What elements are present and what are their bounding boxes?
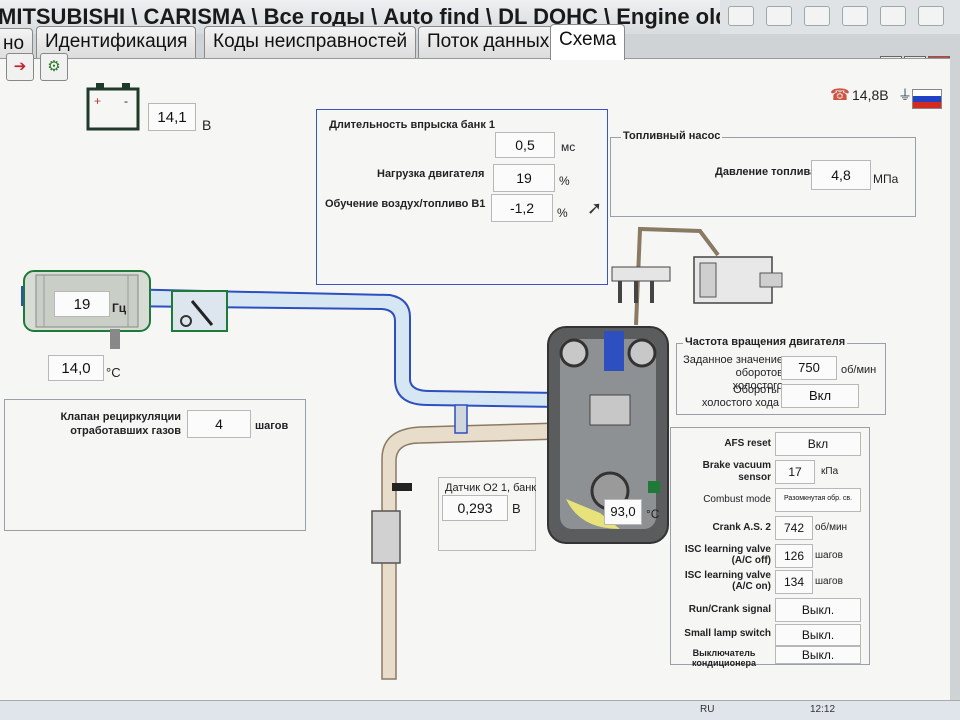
param-value: Разомкнутая обр. св. (775, 488, 861, 512)
fuel-rail-icon (611, 266, 671, 282)
param-label: Small lamp switch (684, 628, 771, 639)
param-value: Выкл. (775, 624, 861, 646)
param-label: Brake vacuum sensor (702, 460, 771, 483)
temp-sensor-icon (648, 481, 660, 493)
svg-text:-: - (124, 94, 128, 108)
mouse-cursor-icon: ➚ (587, 198, 603, 218)
engine-load-unit: % (559, 174, 570, 188)
intake-temp-field: 14,0 (48, 355, 104, 381)
tab-data-stream[interactable]: Поток данных (418, 26, 559, 58)
engine-load-label: Нагрузка двигателя (377, 168, 485, 180)
injection-duration-label: Длительность впрыска банк 1 (329, 119, 495, 131)
catalytic-converter-icon (371, 510, 401, 564)
injection-panel: Длительность впрыска банк 1 0,5 мс Нагру… (316, 109, 608, 285)
egr-panel: Клапан рециркуляции отработавших газов 4… (4, 399, 306, 531)
egr-field: 4 (187, 410, 251, 438)
target-idle-unit: об/мин (841, 364, 877, 376)
maf-frequency-unit: Гц (112, 301, 127, 315)
o2-voltage-field: 0,293 (442, 495, 508, 521)
idle-speed-label: Обороты холостого хода (701, 384, 779, 409)
tab-fault-codes[interactable]: Коды неисправностей (204, 26, 417, 58)
param-unit: кПа (821, 466, 839, 477)
tab-label: Идентификация (45, 31, 188, 52)
exhaust-pipe (381, 422, 561, 680)
param-value: Выкл. (775, 598, 861, 622)
fuel-trim-field: -1,2 (491, 194, 553, 222)
fuel-pump-panel: Топливный насос Давление топлива 4,8 МПа (610, 130, 916, 217)
fuel-pressure-unit: МПа (873, 172, 899, 186)
tab-label: но (3, 33, 25, 54)
tab-scheme[interactable]: Схема (550, 24, 626, 60)
fuel-pump-title: Топливный насос (621, 130, 723, 142)
tab-label: Поток данных (427, 31, 550, 52)
param-unit: об/мин (815, 522, 848, 533)
engine-rpm-panel: Частота вращения двигателя Заданное знач… (676, 336, 886, 415)
engine-load-field: 19 (493, 164, 555, 192)
taskbar: RU 12:12 (0, 700, 960, 720)
o2-voltage-unit: В (512, 501, 521, 516)
param-value: 134 (775, 570, 813, 594)
fuel-trim-unit: % (557, 206, 568, 220)
param-unit: шагов (815, 550, 843, 561)
coolant-temp-unit: °C (646, 507, 660, 521)
scheme-panel: ➔ ⚙ ☎ 14,8В ⏚ + - 14,1 В 19 Гц 14,0 °C Д… (0, 53, 950, 700)
param-value: Выкл. (775, 646, 861, 664)
param-label: AFS reset (724, 438, 771, 449)
fuel-pressure-label: Давление топлива (715, 166, 817, 178)
param-value: Вкл (775, 432, 861, 456)
battery-voltage-unit: В (202, 117, 212, 133)
param-label: ISC learning valve (A/C off) (684, 544, 771, 566)
egr-label: Клапан рециркуляции отработавших газов (60, 411, 181, 437)
tab-bar: но Идентификация Коды неисправностей Пот… (0, 22, 960, 60)
o2-sensor-label: Датчик О2 1, банк (445, 482, 537, 494)
parameters-panel: AFS reset Вкл Brake vacuum sensor 17 кПа… (670, 427, 870, 668)
param-value: 742 (775, 516, 813, 540)
param-label: Crank A.S. 2 (712, 522, 771, 533)
maf-frequency-field: 19 (54, 291, 110, 317)
injection-duration-unit: мс (561, 140, 576, 154)
target-idle-field: 750 (781, 356, 837, 380)
egr-unit: шагов (255, 420, 289, 432)
coolant-temp-field: 93,0 (604, 499, 642, 525)
tab-label: Коды неисправностей (213, 31, 408, 52)
param-label: Run/Crank signal (688, 604, 771, 615)
param-value: 126 (775, 544, 813, 568)
battery-voltage-field: 14,1 (148, 103, 196, 131)
param-unit: шагов (815, 576, 843, 587)
idle-speed-field: Вкл (781, 384, 859, 408)
intake-temp-unit: °C (106, 365, 121, 380)
engine-rpm-title: Частота вращения двигателя (683, 336, 848, 348)
injection-duration-field: 0,5 (495, 132, 555, 158)
svg-text:+: + (94, 94, 101, 108)
param-label: ISC learning valve (A/C on) (684, 570, 771, 592)
language-indicator[interactable]: RU (700, 704, 714, 715)
o2-sensor-icon (454, 404, 468, 434)
fuel-trim-label: Обучение воздух/топливо B1 (325, 198, 486, 210)
param-label: Выключатель кондиционера (691, 648, 757, 668)
param-label: Combust mode (703, 494, 771, 505)
fuel-pressure-field: 4,8 (811, 160, 871, 190)
param-value: 17 (775, 460, 815, 484)
clock: 12:12 (810, 704, 836, 715)
tab-label: Схема (559, 29, 617, 50)
